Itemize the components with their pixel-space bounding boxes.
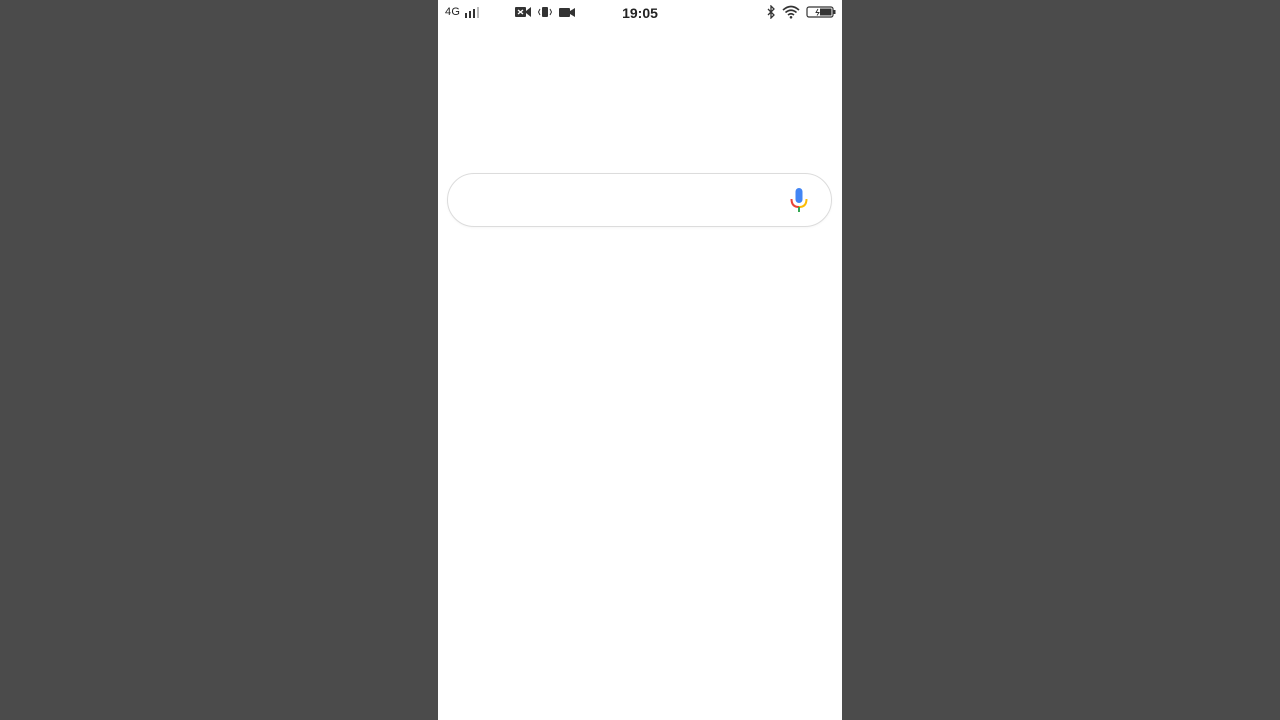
search-bar[interactable] xyxy=(447,173,832,227)
wifi-icon xyxy=(782,5,800,19)
phone-screen: 4G 19:05 xyxy=(438,0,842,720)
microphone-icon[interactable] xyxy=(787,187,811,215)
status-bar: 4G 19:05 xyxy=(438,0,842,28)
bluetooth-icon xyxy=(766,5,776,19)
status-right-group xyxy=(766,5,836,19)
battery-icon xyxy=(806,6,836,18)
search-input[interactable] xyxy=(470,186,774,216)
